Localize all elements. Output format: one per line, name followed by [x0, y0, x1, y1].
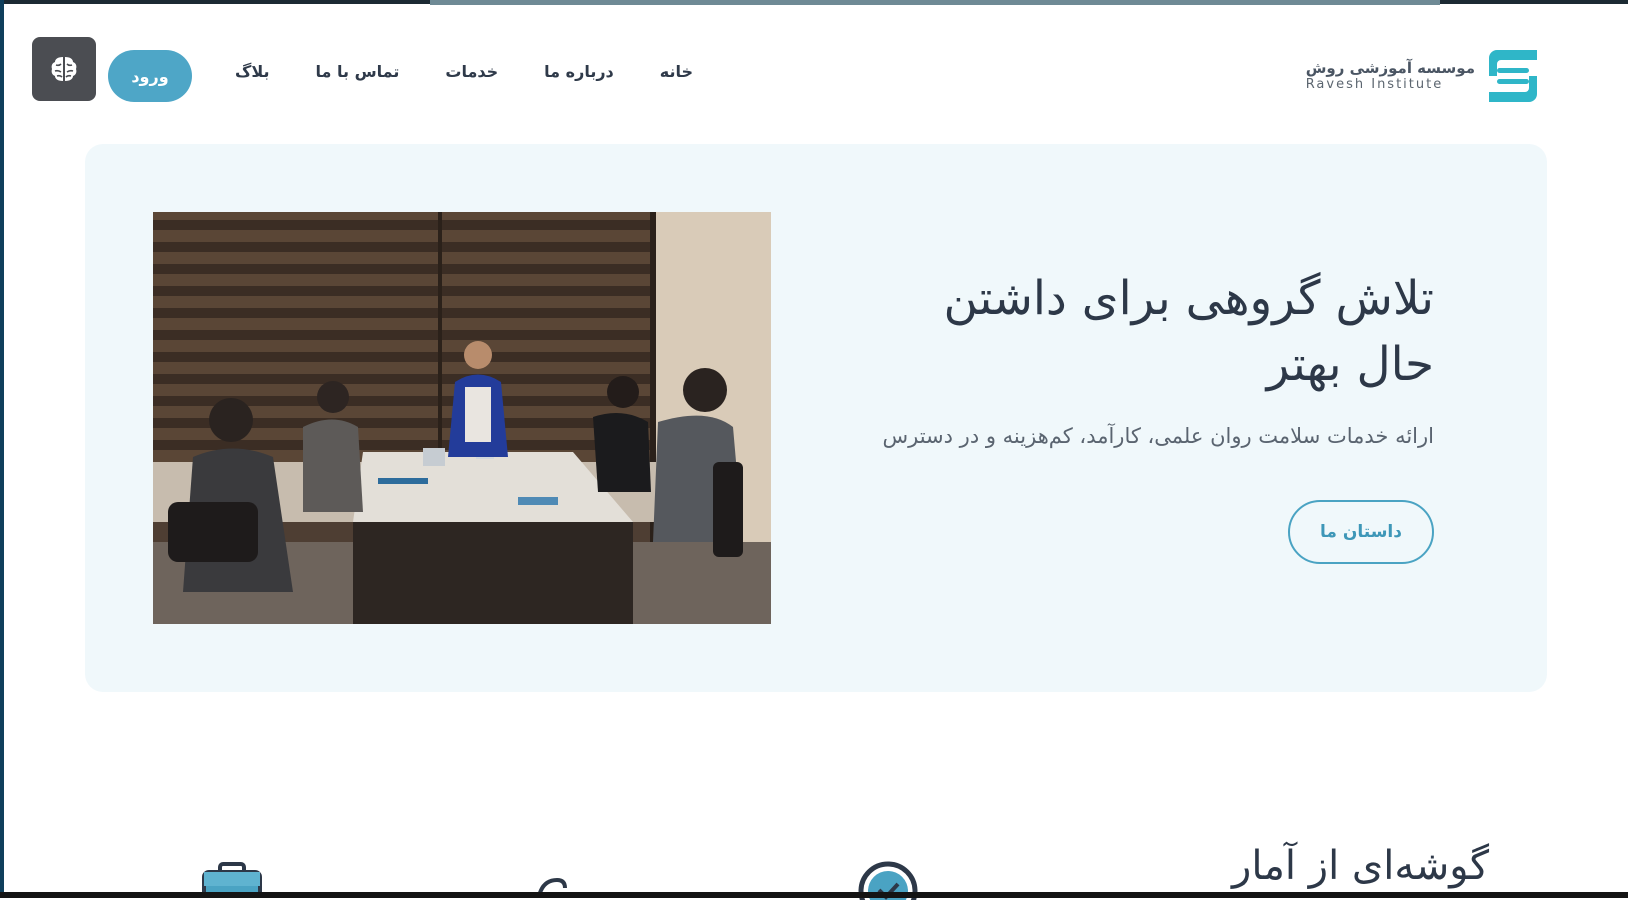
stats-section-title: گوشه‌ای از آمار: [1232, 843, 1489, 889]
hero-subtitle: ارائه خدمات سلامت روان علمی، کارآمد، کم‌…: [882, 424, 1435, 448]
site-logo[interactable]: موسسه آموزشی روش Ravesh Institute: [1306, 46, 1543, 106]
login-button[interactable]: ورود: [108, 50, 192, 102]
hero-section: تلاش گروهی برای داشتن حال بهتر ارائه خدم…: [85, 144, 1547, 692]
our-story-button[interactable]: داستان ما: [1288, 500, 1434, 564]
brain-icon: [51, 57, 77, 81]
logo-name-en: Ravesh Institute: [1305, 77, 1444, 93]
brain-menu-button[interactable]: [32, 37, 96, 101]
nav-item-blog[interactable]: بلاگ: [235, 62, 270, 81]
logo-text: موسسه آموزشی روش Ravesh Institute: [1306, 59, 1475, 94]
site-header: موسسه آموزشی روش Ravesh Institute خانه د…: [0, 0, 1628, 140]
main-nav: خانه درباره ما خدمات تماس با ما بلاگ: [235, 62, 693, 81]
window-bottom-edge: [0, 892, 1628, 898]
logo-name-fa: موسسه آموزشی روش: [1305, 58, 1475, 77]
nav-item-about[interactable]: درباره ما: [544, 62, 614, 81]
nav-item-home[interactable]: خانه: [660, 62, 693, 81]
hero-title-line-2: حال بهتر: [1266, 337, 1434, 392]
hero-title: تلاش گروهی برای داشتن حال بهتر: [794, 266, 1434, 398]
ravesh-logo-icon: [1489, 50, 1537, 102]
meeting-image: [153, 212, 771, 624]
nav-item-services[interactable]: خدمات: [445, 62, 498, 81]
nav-item-contact[interactable]: تماس با ما: [316, 62, 400, 81]
hero-title-line-1: تلاش گروهی برای داشتن: [943, 271, 1434, 326]
team-meeting-photo: [153, 212, 771, 624]
